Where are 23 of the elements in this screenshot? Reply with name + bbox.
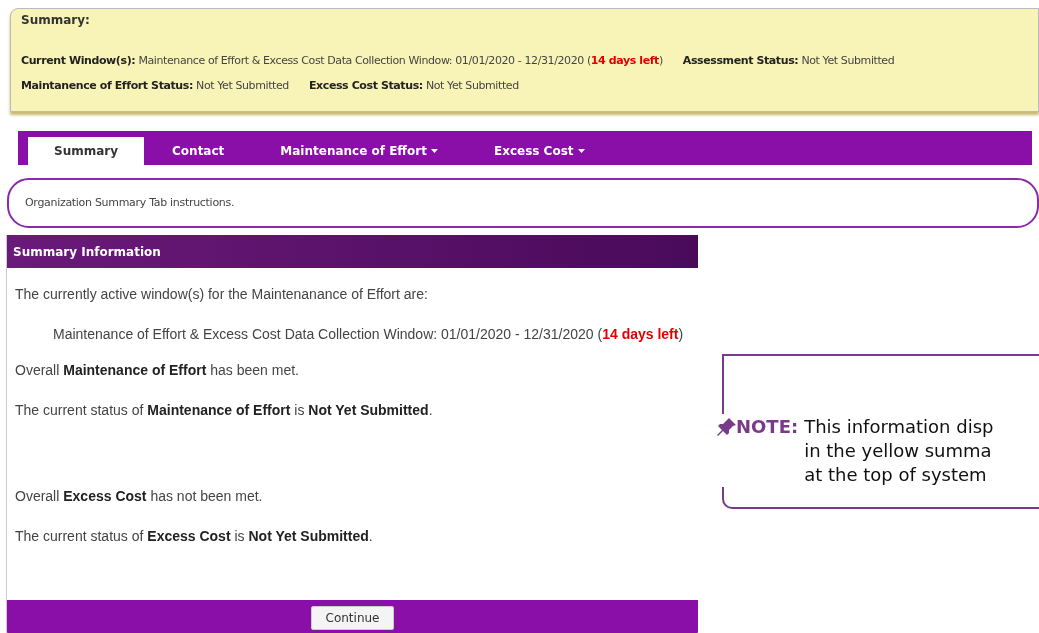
caret-icon	[430, 149, 438, 153]
tab[interactable]: Excess Cost	[465, 137, 613, 165]
caret-icon	[577, 149, 585, 153]
panel-title: Summary Information	[13, 243, 161, 261]
status-text: Assessment Status: Not Yet Submitted	[682, 53, 895, 69]
summary-paragraph: Overall Maintenance of Effort has been met.	[15, 361, 300, 380]
summary-paragraph: The currently active window(s) for the Maintenanance of Effort are:	[15, 285, 429, 304]
tab[interactable]: Summary	[28, 137, 145, 165]
note-text: This information disp in the yellow summa at the top of system	[804, 415, 994, 487]
tab[interactable]: Maintenance of Effort	[252, 137, 466, 165]
summary-paragraph: The current status of Excess Cost is Not Yet Submitted.	[15, 527, 374, 546]
status-text: Maintanence of Effort Status: Not Yet Submitted	[21, 77, 289, 94]
summary-paragraph: Maintenance of Effort & Excess Cost Data Collection Window: 01/01/2020 - 12/31/2020 (14 days left)	[52, 325, 685, 344]
tab[interactable]: Contact	[144, 137, 253, 165]
summary-paragraph: Overall Excess Cost has not been met.	[15, 487, 264, 506]
pushpin-icon	[716, 416, 738, 438]
summary-title: Summary:	[21, 12, 91, 29]
summary-paragraph: The current status of Maintenance of Effort is Not Yet Submitted.	[15, 401, 434, 420]
instructions-text: Organization Summary Tab instructions.	[25, 194, 235, 211]
note-label: NOTE:	[736, 415, 799, 439]
continue-button[interactable]: Continue	[310, 605, 395, 630]
status-text: Excess Cost Status: Not Yet Submitted	[308, 77, 519, 94]
status-text: Current Window(s): Maintenance of Effort & Excess Cost Data Collection Window: 01/01/2020 - 12/31/2020 (14 days left)	[21, 53, 663, 69]
